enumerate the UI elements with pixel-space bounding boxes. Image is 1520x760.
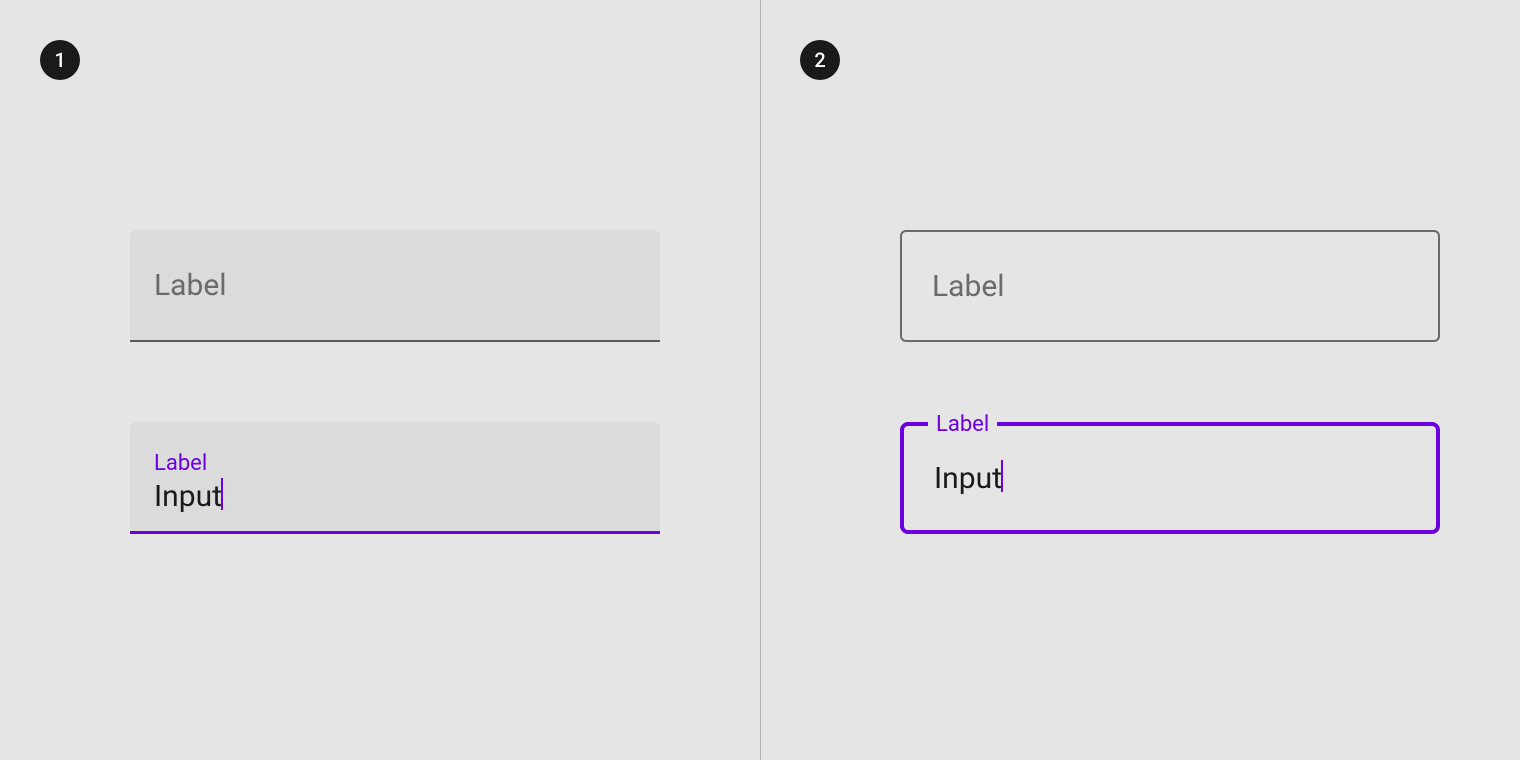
filled-text-field-active[interactable]: Label Input xyxy=(130,422,660,534)
panel-badge-1: 1 xyxy=(40,40,80,80)
input-text-value: Input xyxy=(934,461,1002,496)
text-caret-icon xyxy=(1001,460,1003,492)
input-text-value: Input xyxy=(154,479,222,514)
text-caret-icon xyxy=(221,478,223,510)
panel-outlined-text-fields: 2 Label Label Input xyxy=(760,0,1520,760)
outlined-text-field-inactive[interactable]: Label xyxy=(900,230,1440,342)
field-label-floating: Label xyxy=(928,412,997,437)
badge-number: 2 xyxy=(814,48,825,72)
filled-fields-container: Label Label Input xyxy=(130,230,660,534)
field-input-value: Input xyxy=(154,478,636,514)
field-input-value: Input xyxy=(934,460,1003,496)
field-label: Label xyxy=(932,269,1005,304)
outlined-text-field-active[interactable]: Label Input xyxy=(900,422,1440,534)
badge-number: 1 xyxy=(54,48,65,72)
panel-filled-text-fields: 1 Label Label Input xyxy=(0,0,760,760)
outlined-fields-container: Label Label Input xyxy=(900,230,1440,534)
field-label-floating: Label xyxy=(154,451,636,476)
panel-badge-2: 2 xyxy=(800,40,840,80)
field-label: Label xyxy=(154,268,227,303)
filled-text-field-inactive[interactable]: Label xyxy=(130,230,660,342)
